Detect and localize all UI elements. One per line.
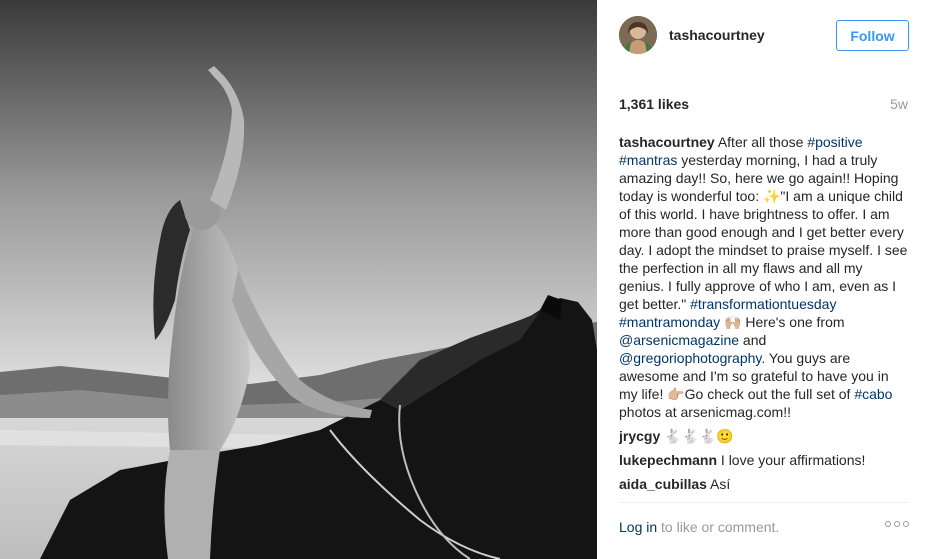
login-prompt: Log in to like or comment.	[619, 519, 909, 539]
dot	[885, 521, 891, 527]
follow-button[interactable]: Follow	[836, 20, 909, 51]
caption-text: After all those #positive #mantras yeste…	[619, 134, 907, 420]
dot	[894, 521, 900, 527]
login-prompt-text: to like or comment.	[657, 519, 780, 535]
hashtag-link[interactable]: #positive	[807, 134, 862, 150]
avatar-image	[619, 16, 657, 54]
comment-author[interactable]: lukepechmann	[619, 452, 717, 468]
hashtag-link[interactable]: @gregoriophotography	[619, 350, 761, 366]
comment-author[interactable]: jrycgy	[619, 428, 660, 444]
post-header: tashacourtney Follow	[597, 0, 928, 72]
post-details-panel: tashacourtney Follow 1,361 likes 5w tash…	[597, 0, 928, 559]
comment-item: jrycgy 🐇🐇🐇🙂	[619, 427, 909, 445]
emoji-icon: 🙌🏼	[724, 314, 742, 330]
caption-author[interactable]: tashacourtney	[619, 134, 715, 150]
hashtag-link[interactable]: #mantramonday	[619, 314, 720, 330]
comment-item: aida_cubillas Así	[619, 475, 909, 493]
hashtag-link[interactable]: #cabo	[854, 386, 892, 402]
comment-items: jrycgy 🐇🐇🐇🙂 lukepechmann I love your affi…	[619, 427, 909, 493]
comment-text: Así	[706, 476, 731, 492]
likes-count[interactable]: 1,361 likes	[619, 96, 689, 112]
username-link[interactable]: tashacourtney	[669, 27, 765, 43]
caption-fragment: After all those	[714, 134, 808, 150]
comment-text: I love your affirmations!	[717, 452, 866, 468]
caption-fragment: Here's one from	[741, 314, 845, 330]
post-age[interactable]: 5w	[890, 96, 908, 112]
dot	[903, 521, 909, 527]
more-options-icon[interactable]	[885, 521, 909, 527]
hashtag-link[interactable]: #mantras	[619, 152, 677, 168]
divider	[619, 502, 909, 503]
comments-list[interactable]: tashacourtney After all those #positive …	[619, 133, 909, 495]
hashtag-link[interactable]: @arsenicmagazine	[619, 332, 739, 348]
emoji-icon: ✨	[762, 188, 781, 204]
caption-fragment: and	[739, 332, 767, 348]
avatar[interactable]	[619, 16, 657, 54]
comment-item: lukepechmann I love your affirmations!	[619, 451, 909, 469]
login-link[interactable]: Log in	[619, 519, 657, 535]
caption-fragment: "I am a unique child of this world. I ha…	[619, 188, 908, 312]
comment-text: 🐇🐇🐇🙂	[660, 428, 734, 444]
comment-author[interactable]: aida_cubillas	[619, 476, 707, 492]
emoji-icon: 👉🏼	[667, 386, 685, 402]
post-image	[0, 0, 597, 559]
caption-fragment: photos at arsenicmag.com!!	[619, 404, 791, 420]
caption-fragment: Go check out the full set of	[684, 386, 855, 402]
post-photo[interactable]	[0, 0, 597, 559]
hashtag-link[interactable]: #transformationtuesday	[690, 296, 836, 312]
likes-row: 1,361 likes 5w	[619, 96, 908, 116]
caption: tashacourtney After all those #positive …	[619, 133, 909, 421]
